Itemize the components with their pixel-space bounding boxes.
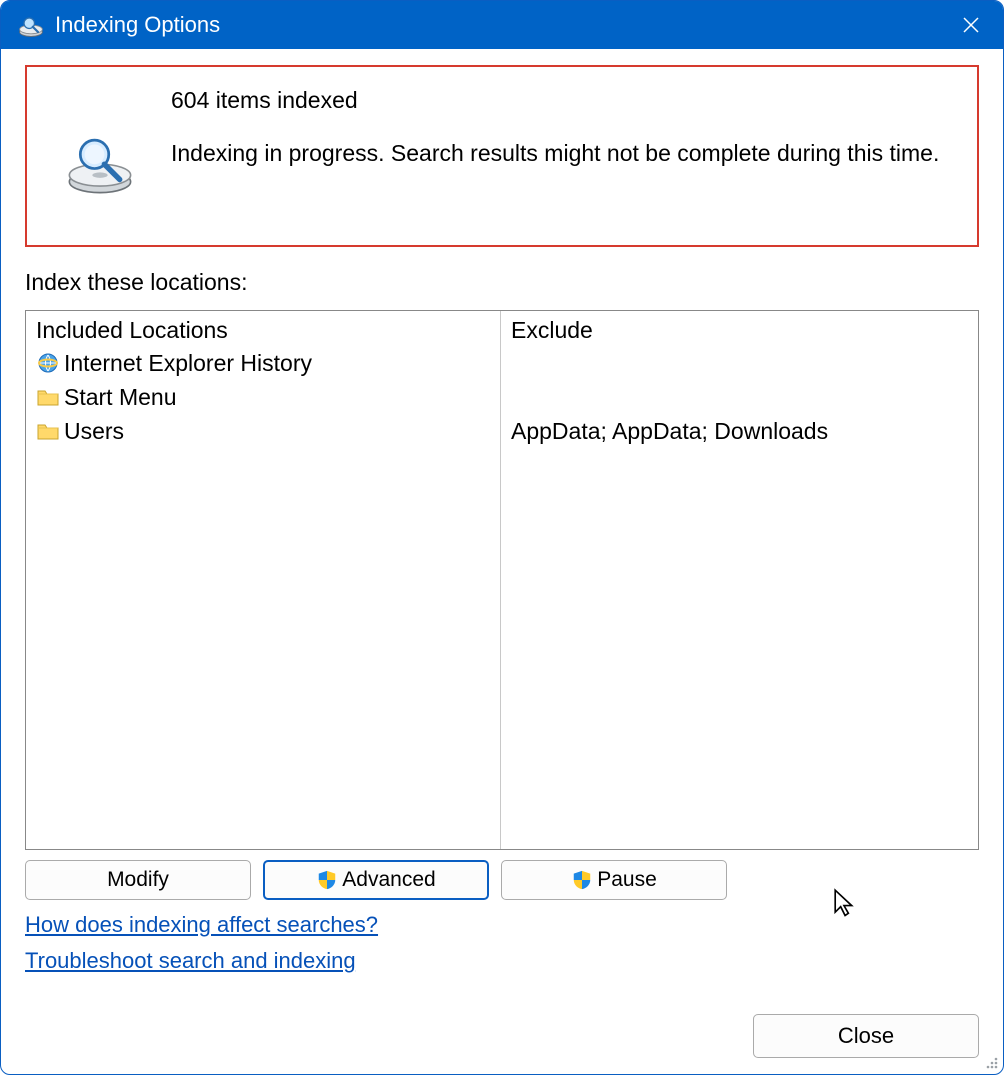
indexing-options-window: Indexing Options 604 items index <box>0 0 1004 1075</box>
titlebar: Indexing Options <box>1 1 1003 49</box>
exclude-value <box>511 346 968 380</box>
advanced-button[interactable]: Advanced <box>263 860 489 900</box>
exclude-value <box>511 380 968 414</box>
drive-search-icon <box>65 127 135 197</box>
resize-grip-icon[interactable] <box>983 1054 999 1070</box>
folder-icon <box>36 385 60 409</box>
exclude-header: Exclude <box>511 317 968 344</box>
location-name: Users <box>64 418 124 445</box>
included-column: Included Locations Internet Explorer His… <box>26 311 501 849</box>
shield-icon <box>316 869 338 891</box>
content-area: 604 items indexed Indexing in progress. … <box>1 49 1003 1074</box>
locations-label: Index these locations: <box>25 269 979 296</box>
close-icon[interactable] <box>947 1 995 49</box>
shield-icon <box>571 869 593 891</box>
locations-list: Included Locations Internet Explorer His… <box>25 310 979 850</box>
pause-button[interactable]: Pause <box>501 860 727 900</box>
exclude-column: Exclude AppData; AppData; Downloads <box>501 311 978 849</box>
location-name: Start Menu <box>64 384 177 411</box>
window-title: Indexing Options <box>55 12 947 38</box>
close-button[interactable]: Close <box>753 1014 979 1058</box>
folder-icon <box>36 419 60 443</box>
status-panel: 604 items indexed Indexing in progress. … <box>25 65 979 247</box>
app-icon <box>17 11 45 39</box>
list-item[interactable]: Users <box>36 414 490 448</box>
included-header: Included Locations <box>36 317 490 344</box>
ie-icon <box>36 351 60 375</box>
indexed-count: 604 items indexed <box>171 85 939 116</box>
indexing-progress-message: Indexing in progress. Search results mig… <box>171 138 939 169</box>
status-text: 604 items indexed Indexing in progress. … <box>171 85 939 169</box>
modify-button[interactable]: Modify <box>25 860 251 900</box>
location-name: Internet Explorer History <box>64 350 312 377</box>
list-item[interactable]: Internet Explorer History <box>36 346 490 380</box>
button-row: Modify Advanced <box>25 860 979 900</box>
list-item[interactable]: Start Menu <box>36 380 490 414</box>
troubleshoot-link[interactable]: Troubleshoot search and indexing <box>25 948 356 974</box>
exclude-value: AppData; AppData; Downloads <box>511 414 968 448</box>
how-indexing-link[interactable]: How does indexing affect searches? <box>25 912 378 938</box>
